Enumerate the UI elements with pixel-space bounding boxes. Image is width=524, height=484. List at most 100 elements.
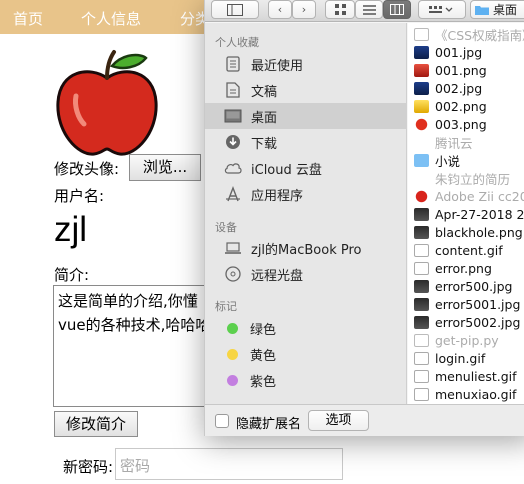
file-icon <box>414 297 429 311</box>
file-icon <box>414 189 429 203</box>
nav-profile-link[interactable]: 个人信息 <box>81 8 141 29</box>
avatar-apple-image <box>56 50 158 156</box>
columns-icon <box>390 4 404 15</box>
sidebar-item-tag-purple[interactable]: 紫色 <box>205 367 407 393</box>
file-name: 《CSS权威指南》 <box>435 27 524 43</box>
file-row[interactable]: blackhole.png <box>408 223 524 241</box>
file-row[interactable]: menuliest.gif <box>408 367 524 385</box>
group-view-button[interactable] <box>418 0 466 19</box>
file-name: 002.png <box>435 98 487 114</box>
group-icon <box>429 5 453 13</box>
file-list: 《CSS权威指南》001.jpg 001.png 002.jpg 002.png 003… <box>408 23 524 404</box>
sidebar-item-label: 黄色 <box>250 348 277 364</box>
sidebar-icon <box>227 3 243 16</box>
sidebar-item-macbook[interactable]: zjl的MacBook Pro <box>205 235 407 261</box>
laptop-icon <box>224 239 242 257</box>
dialog-sidebar: 个人收藏 最近使用 文稿 桌面 下载 iCloud 云盘 应用程序 设备 zjl… <box>205 23 407 404</box>
file-icon <box>414 333 429 347</box>
sidebar-item-label: 文稿 <box>251 84 278 100</box>
list-view-button[interactable] <box>355 0 383 19</box>
sidebar-item-label: zjl的MacBook Pro <box>251 242 362 258</box>
file-name: 001.png <box>435 62 487 78</box>
file-name: error5001.jpg <box>435 296 521 312</box>
sidebar-item-downloads[interactable]: 下载 <box>205 129 407 155</box>
file-icon <box>414 45 429 59</box>
chevron-right-icon: › <box>301 3 307 16</box>
file-icon <box>414 351 429 365</box>
username-label: 用户名: <box>54 187 105 205</box>
nav-home-link[interactable]: 首页 <box>13 8 43 29</box>
file-row[interactable]: get-pip.py <box>408 331 524 349</box>
file-row[interactable]: menuxiao.gif <box>408 385 524 403</box>
file-row[interactable]: login.gif <box>408 349 524 367</box>
file-row[interactable]: 小说 <box>408 151 524 169</box>
file-row[interactable]: Adobe Zii cc2019 <box>408 187 524 205</box>
username-value: zjl <box>54 210 88 249</box>
applications-icon <box>224 185 242 203</box>
desktop-icon <box>224 107 242 125</box>
file-name: 002.jpg <box>435 80 483 96</box>
file-icon <box>414 279 429 293</box>
options-button[interactable]: 选项 <box>308 410 369 431</box>
file-row[interactable]: error5002.jpg <box>408 313 524 331</box>
icon-view-button[interactable] <box>325 0 355 19</box>
sidebar-item-documents[interactable]: 文稿 <box>205 77 407 103</box>
file-icon <box>414 207 429 221</box>
file-name: Adobe Zii cc2019 <box>435 188 524 204</box>
forward-button[interactable]: › <box>292 0 316 19</box>
file-icon <box>414 369 429 383</box>
file-row[interactable]: 003.png <box>408 115 524 133</box>
file-row[interactable]: error.png <box>408 259 524 277</box>
sidebar-item-desktop[interactable]: 桌面 <box>205 103 407 129</box>
hide-extension-checkbox[interactable] <box>215 414 229 428</box>
sidebar-item-applications[interactable]: 应用程序 <box>205 181 407 207</box>
tags-title: 标记 <box>215 300 237 313</box>
column-view-button[interactable] <box>383 0 411 19</box>
sidebar-item-remote-disc[interactable]: 远程光盘 <box>205 261 407 287</box>
sidebar-item-label: 紫色 <box>250 374 277 390</box>
file-icon <box>414 172 429 185</box>
file-icon <box>414 63 429 77</box>
chevron-left-icon: ‹ <box>277 3 283 16</box>
file-row[interactable]: 002.png <box>408 97 524 115</box>
sidebar-item-tag-green[interactable]: 绿色 <box>205 315 407 341</box>
password-input[interactable]: 密码 <box>115 448 343 480</box>
file-row[interactable]: error5001.jpg <box>408 295 524 313</box>
back-button[interactable]: ‹ <box>268 0 292 19</box>
file-row[interactable]: 《CSS权威指南》 <box>408 25 524 43</box>
file-row[interactable]: 001.png <box>408 61 524 79</box>
file-icon <box>414 136 429 149</box>
sidebar-item-tag-yellow[interactable]: 黄色 <box>205 341 407 367</box>
sidebar-item-recents[interactable]: 最近使用 <box>205 51 407 77</box>
file-row[interactable]: content.gif <box>408 241 524 259</box>
file-name: error500.jpg <box>435 278 513 294</box>
grid-icon <box>334 4 346 15</box>
file-icon <box>414 99 429 113</box>
file-icon <box>414 81 429 95</box>
file-name: 003.png <box>435 116 487 132</box>
file-name: error5002.jpg <box>435 314 521 330</box>
file-row[interactable]: Apr-27-2018 22 <box>408 205 524 223</box>
file-row[interactable]: 腾讯云 <box>408 133 524 151</box>
file-row[interactable]: error500.jpg <box>408 277 524 295</box>
edit-intro-button[interactable]: 修改简介 <box>54 411 138 437</box>
file-icon <box>414 387 429 401</box>
sidebar-item-icloud[interactable]: iCloud 云盘 <box>205 155 407 181</box>
sidebar-toggle-button[interactable] <box>211 0 259 19</box>
favorites-title: 个人收藏 <box>215 36 259 49</box>
file-row[interactable]: 002.jpg <box>408 79 524 97</box>
dialog-toolbar: ‹ › 桌面 <box>205 0 524 22</box>
file-row[interactable]: 001.jpg <box>408 43 524 61</box>
sidebar-item-label: 应用程序 <box>251 188 304 204</box>
cloud-icon <box>224 159 242 177</box>
disc-icon <box>224 265 242 283</box>
file-open-dialog: ‹ › 桌面 个人收藏 最近使用 文稿 桌面 下载 iCloud 云盘 应用程序… <box>204 0 524 436</box>
file-row[interactable]: 朱钧立的简历 <box>408 169 524 187</box>
hide-extension-label: 隐藏扩展名 <box>236 417 302 432</box>
browse-button[interactable]: 浏览... <box>129 154 201 181</box>
dialog-bottom-bar: 隐藏扩展名 选项 <box>205 404 524 436</box>
download-icon <box>224 133 242 151</box>
file-name: 小说 <box>435 153 461 169</box>
location-popup[interactable]: 桌面 <box>470 0 524 19</box>
file-icon <box>414 261 429 275</box>
